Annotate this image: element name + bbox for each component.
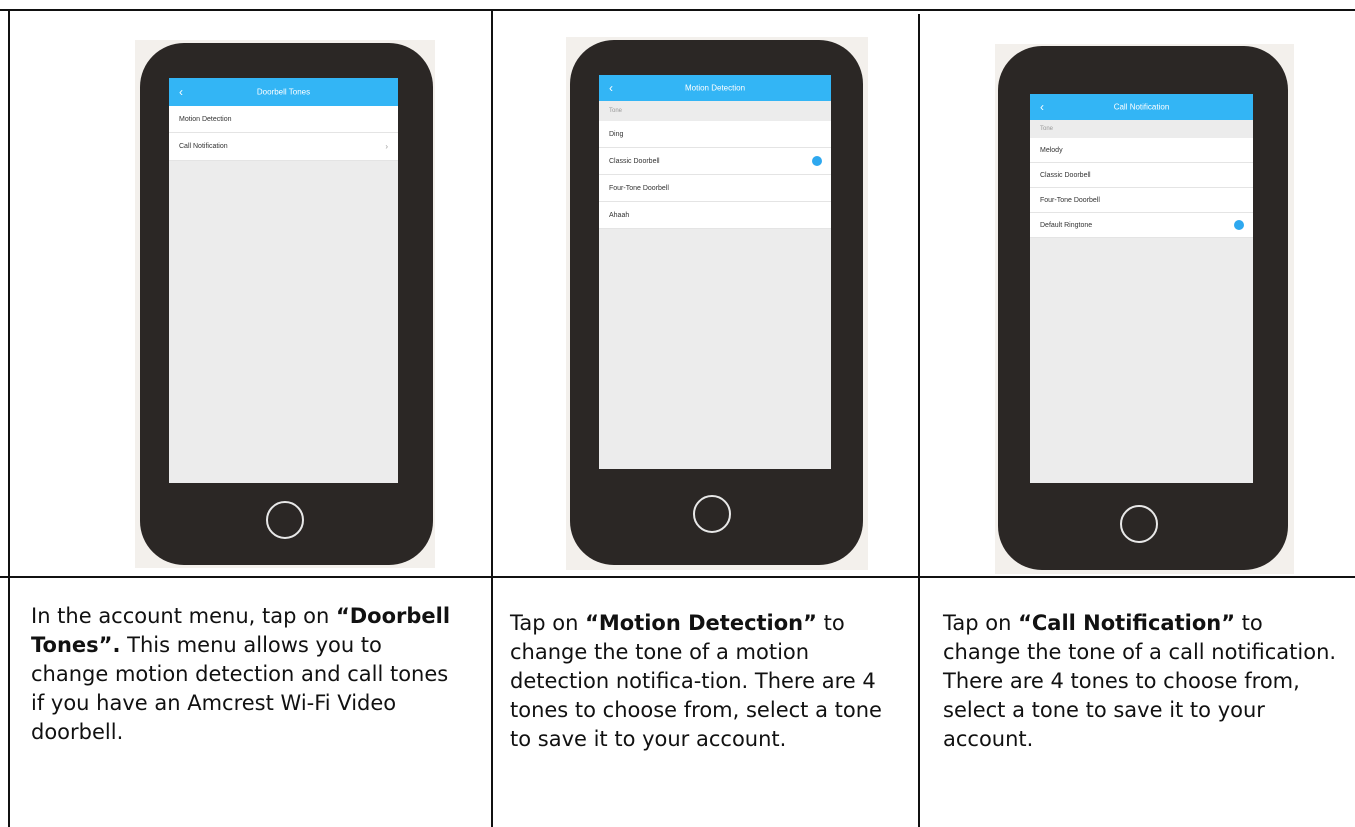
list-item-label: Four-Tone Doorbell [1040, 196, 1100, 204]
nav-bar: ‹ Motion Detection [599, 75, 831, 101]
table-divider-2 [918, 14, 920, 827]
section-header: Tone [609, 108, 623, 114]
nav-title: Doorbell Tones [256, 87, 311, 97]
caption: Tap on “Call Notification” to change the… [943, 611, 1337, 751]
list-item-label: Ahaah [609, 211, 630, 219]
list-item[interactable]: Classic Doorbell [599, 148, 831, 175]
phone-screen: ‹ Doorbell Tones Motion Detection Call N… [169, 78, 398, 483]
list-item-label: Classic Doorbell [609, 157, 660, 165]
list-item-label: Motion Detection [179, 115, 232, 123]
list-item-label: Classic Doorbell [1040, 171, 1091, 179]
list-item[interactable]: Ahaah [599, 202, 831, 229]
list-item[interactable]: Classic Doorbell [1030, 163, 1253, 188]
phone-screen: ‹ Motion Detection Tone Ding Classic Doo… [599, 75, 831, 469]
list-item[interactable]: Call Notification › [169, 133, 398, 161]
list-item[interactable]: Four-Tone Doorbell [1030, 188, 1253, 213]
nav-title: Motion Detection [684, 83, 746, 93]
phone-screen: ‹ Call Notification Tone Melody Classic … [1030, 94, 1253, 483]
table-border-top [0, 9, 1355, 11]
caption-highlight: “Call Notification” [1018, 611, 1235, 635]
list-item-label: Four-Tone Doorbell [609, 184, 669, 192]
list-item[interactable]: Melody [1030, 138, 1253, 163]
list-item-label: Default Ringtone [1040, 221, 1093, 229]
selected-dot-icon [812, 156, 822, 166]
home-button-icon[interactable] [693, 495, 731, 533]
selected-dot-icon [1234, 220, 1244, 230]
phone-frame: ‹ Motion Detection Tone Ding Classic Doo… [570, 40, 863, 565]
list-item-label: Ding [609, 130, 624, 138]
list-item[interactable]: Default Ringtone [1030, 213, 1253, 238]
list-item-label: Melody [1040, 146, 1063, 154]
table-row-divider [0, 576, 1355, 578]
list-item[interactable]: Four-Tone Doorbell [599, 175, 831, 202]
table-border-left [8, 9, 10, 827]
nav-bar: ‹ Call Notification [1030, 94, 1253, 120]
nav-bar: ‹ Doorbell Tones [169, 78, 398, 106]
nav-title: Call Notification [1113, 102, 1170, 112]
phone-frame: ‹ Doorbell Tones Motion Detection Call N… [140, 43, 433, 565]
phone-frame: ‹ Call Notification Tone Melody Classic … [998, 46, 1288, 570]
home-button-icon[interactable] [266, 501, 304, 539]
caption: Tap on “Motion Detection” to change the … [510, 611, 882, 751]
list-item-label: Call Notification [179, 143, 228, 150]
chevron-right-icon: › [385, 142, 388, 151]
caption-highlight: “Motion Detection” [585, 611, 817, 635]
table-divider-1 [491, 9, 493, 827]
caption: In the account menu, tap on “Doorbell To… [31, 604, 451, 744]
home-button-icon[interactable] [1120, 505, 1158, 543]
list-item[interactable]: Ding [599, 121, 831, 148]
list-item[interactable]: Motion Detection [169, 106, 398, 133]
section-header: Tone [1040, 126, 1054, 132]
